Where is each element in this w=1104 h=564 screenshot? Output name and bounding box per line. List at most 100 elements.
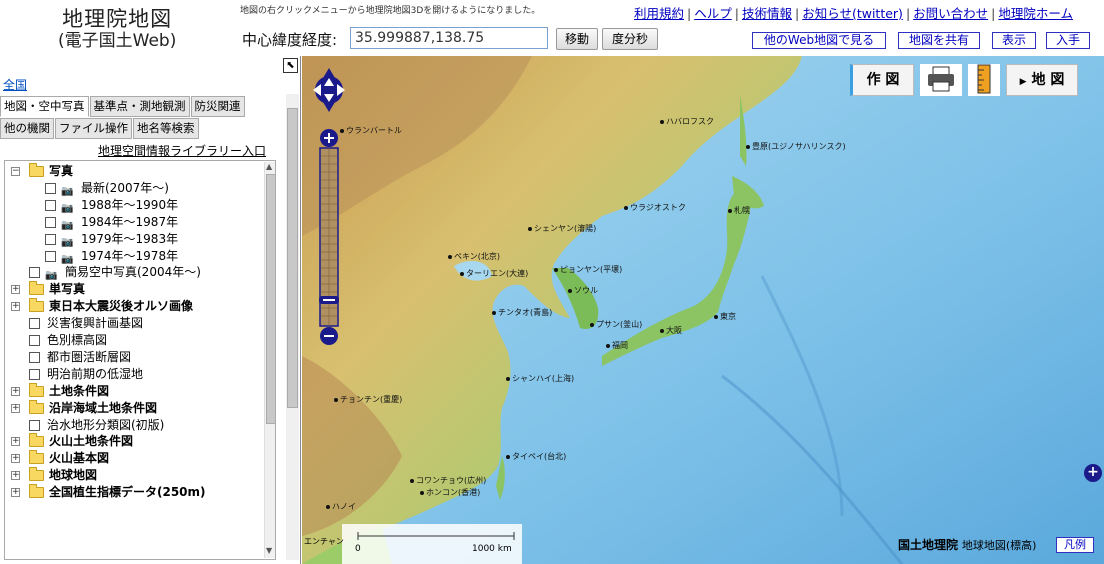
tab-tabs_row2-1[interactable]: ファイル操作 <box>55 118 132 139</box>
city-name: チョンチン(重慶) <box>340 395 403 404</box>
get-button[interactable]: 入手 <box>1046 32 1090 49</box>
zoom-slider[interactable] <box>319 128 339 346</box>
tree-item[interactable]: − 写真 <box>5 163 261 180</box>
chizu-button[interactable]: ▶ 地 図 <box>1006 64 1078 96</box>
tree-item[interactable]: + 土地条件図 <box>5 382 261 400</box>
tree-item[interactable]: + 沿岸海域土地条件図 <box>5 399 261 417</box>
display-button[interactable]: 表示 <box>992 32 1036 49</box>
tree-item[interactable]: 色別標高図 <box>5 332 261 349</box>
tree-item[interactable]: 📷 簡易空中写真(2004年〜) <box>5 264 261 281</box>
city-name: 大阪 <box>666 326 682 335</box>
all-country-link[interactable]: 全国 <box>3 76 27 93</box>
tree-item[interactable]: 📷 最新(2007年〜) <box>5 180 261 197</box>
layer-checkbox[interactable] <box>45 216 56 228</box>
panel-scrollbar[interactable] <box>286 94 299 560</box>
nav-link-2[interactable]: 技術情報 <box>742 6 792 21</box>
layer-checkbox[interactable] <box>45 199 56 211</box>
tab-tabs_row2-0[interactable]: 他の機関 <box>0 118 54 139</box>
layer-checkbox[interactable] <box>45 250 56 262</box>
dms-button[interactable]: 度分秒 <box>602 28 658 50</box>
tab-tabs_row1-2[interactable]: 防災関連 <box>190 96 245 117</box>
city-name: ウランバートル <box>346 126 402 135</box>
other-web-map-button[interactable]: 他のWeb地図で見る <box>752 32 886 49</box>
expand-toggle-icon[interactable]: + <box>11 285 20 295</box>
tree-item[interactable]: 📷 1984年〜1987年 <box>5 214 261 231</box>
site-logo[interactable]: 地理院地図 (電子国土Web) <box>58 8 176 52</box>
tree-item[interactable]: 📷 1974年〜1978年 <box>5 248 261 265</box>
expand-toggle-icon[interactable]: − <box>11 167 20 176</box>
tree-item[interactable]: 明治前期の低湿地 <box>5 366 261 383</box>
layer-checkbox[interactable] <box>45 233 56 245</box>
city-label: ウラジオストク <box>624 203 686 212</box>
panel-scroll-thumb[interactable] <box>287 108 298 408</box>
layer-checkbox[interactable] <box>29 318 40 330</box>
nav-link-1[interactable]: ヘルプ <box>694 6 732 21</box>
tree-item[interactable]: 治水地形分類図(初版) <box>5 417 261 434</box>
nav-link-3[interactable]: お知らせ(twitter) <box>802 6 903 21</box>
pan-control-icon[interactable] <box>312 66 346 114</box>
tree-item[interactable]: + 火山基本図 <box>5 450 261 467</box>
expand-toggle-icon[interactable]: + <box>11 437 20 447</box>
tab-tabs_row1-1[interactable]: 基準点・測地観測 <box>89 96 190 117</box>
tree-item[interactable]: + 火山土地条件図 <box>5 433 261 450</box>
tree-item[interactable]: + 全国植生指標データ(250m) <box>5 484 261 501</box>
tab-tabs_row1-0[interactable]: 地図・空中写真 <box>0 96 89 117</box>
expand-toggle-icon[interactable]: + <box>11 471 20 481</box>
folder-icon <box>29 163 44 177</box>
scale-end: 1000 km <box>472 544 512 554</box>
library-entry-link[interactable]: 地理空間情報ライブラリー入口 <box>98 142 266 159</box>
layer-checkbox[interactable] <box>29 267 40 279</box>
tree-scroll-thumb[interactable] <box>266 174 275 424</box>
layer-checkbox[interactable] <box>29 335 40 346</box>
move-button[interactable]: 移動 <box>556 28 598 50</box>
expand-toggle-icon[interactable]: + <box>11 386 20 396</box>
scroll-up-icon[interactable]: ▲ <box>266 162 272 171</box>
expand-panel-icon[interactable]: + <box>1084 464 1102 482</box>
city-name: ウラジオストク <box>630 203 686 212</box>
map-view[interactable]: ウランバートル ハバロフスク 豊原(ユジノサハリンスク) ウラジオストク 札幌 シェンヤン… <box>302 56 1104 564</box>
expand-toggle-icon[interactable]: + <box>11 403 20 413</box>
tree-item[interactable]: + 単写真 <box>5 281 261 298</box>
city-name: シェンヤン(瀋陽) <box>534 224 597 233</box>
tree-item[interactable]: 災害復興計画基図 <box>5 315 261 332</box>
center-coord-label: 中心緯度経度: <box>242 31 338 49</box>
tree-item-label: 明治前期の低湿地 <box>47 366 144 381</box>
ruler-icon[interactable] <box>968 64 1000 96</box>
city-label: 豊原(ユジノサハリンスク) <box>746 142 846 151</box>
city-label: ソウル <box>568 286 598 295</box>
print-icon[interactable] <box>920 64 962 96</box>
city-name: ハノイ <box>332 502 356 511</box>
expand-toggle-icon[interactable]: + <box>11 302 20 312</box>
share-map-button[interactable]: 地図を共有 <box>898 32 980 49</box>
city-dot-icon <box>410 478 414 483</box>
city-label: シャンハイ(上海) <box>506 374 574 383</box>
city-label: 東京 <box>714 312 736 321</box>
collapse-panel-icon[interactable]: ⬉ <box>283 58 298 73</box>
city-label: チンタオ(青島) <box>492 308 552 317</box>
tree-item[interactable]: + 東日本大震災後オルソ画像 <box>5 298 261 315</box>
tree-item[interactable]: 📷 1979年〜1983年 <box>5 231 261 248</box>
tree-scrollbar[interactable]: ▲ ▼ <box>264 162 275 558</box>
tab-tabs_row2-2[interactable]: 地名等検索 <box>133 118 199 139</box>
expand-toggle-icon[interactable]: + <box>11 488 20 498</box>
expand-toggle-icon[interactable]: + <box>11 454 20 464</box>
layer-checkbox[interactable] <box>45 182 56 194</box>
city-dot-icon <box>460 271 464 276</box>
tab-row-1: 地図・空中写真 基準点・測地観測 防災関連 <box>0 96 246 117</box>
center-coord-input[interactable] <box>350 27 548 49</box>
tree-item[interactable]: 📷 1988年〜1990年 <box>5 197 261 214</box>
tree-item[interactable]: + 地球地図 <box>5 467 261 484</box>
legend-button[interactable]: 凡例 <box>1056 537 1094 553</box>
layer-checkbox[interactable] <box>29 419 40 431</box>
layer-checkbox[interactable] <box>29 351 40 363</box>
sakuzu-button[interactable]: 作 図 <box>850 64 914 96</box>
nav-link-4[interactable]: お問い合わせ <box>913 6 988 21</box>
nav-link-0[interactable]: 利用規約 <box>634 6 684 21</box>
city-dot-icon <box>714 314 718 319</box>
tree-item[interactable]: 都市圏活断層図 <box>5 349 261 366</box>
city-label: 福岡 <box>606 341 628 350</box>
scroll-down-icon[interactable]: ▼ <box>266 546 272 555</box>
nav-link-5[interactable]: 地理院ホーム <box>998 6 1073 21</box>
layer-checkbox[interactable] <box>29 368 40 380</box>
tree-item-label: 地球地図 <box>49 468 98 483</box>
